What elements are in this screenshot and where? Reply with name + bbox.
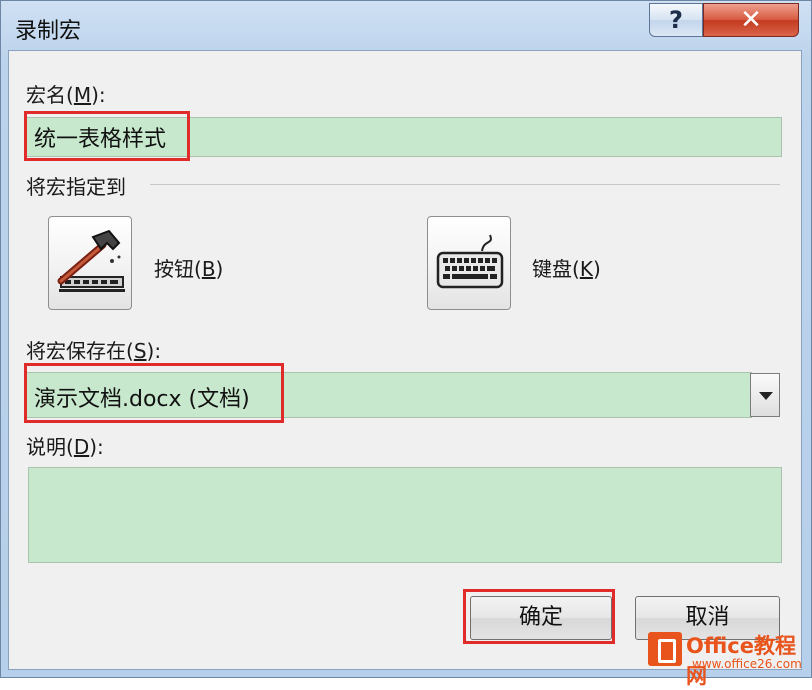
help-button[interactable]: ? [649,3,703,37]
description-textarea[interactable] [28,467,782,563]
assign-button-button[interactable] [48,216,132,310]
assign-keyboard-label: 键盘(K) [532,257,601,281]
store-macro-label: 将宏保存在(S): [26,339,162,363]
hammer-toolbar-icon [57,229,125,292]
title-bar[interactable]: 录制宏 ? ✕ [1,1,811,51]
ok-button-highlight [463,589,615,644]
assign-macro-label: 将宏指定到 [26,175,126,199]
assign-keyboard-button[interactable] [427,216,511,310]
description-label: 说明(D): [26,435,104,459]
macro-name-highlight [24,111,190,161]
macro-name-label: 宏名(M): [26,83,106,107]
assign-button-label: 按钮(B) [154,257,224,281]
keyboard-icon [436,234,504,289]
close-button[interactable]: ✕ [703,3,799,37]
dialog-title: 录制宏 [15,19,82,44]
group-divider [150,184,780,185]
office-logo-icon [648,632,682,666]
watermark-url: www.office26.com [692,657,802,671]
chevron-down-icon[interactable] [750,373,780,417]
store-macro-highlight [24,363,284,423]
